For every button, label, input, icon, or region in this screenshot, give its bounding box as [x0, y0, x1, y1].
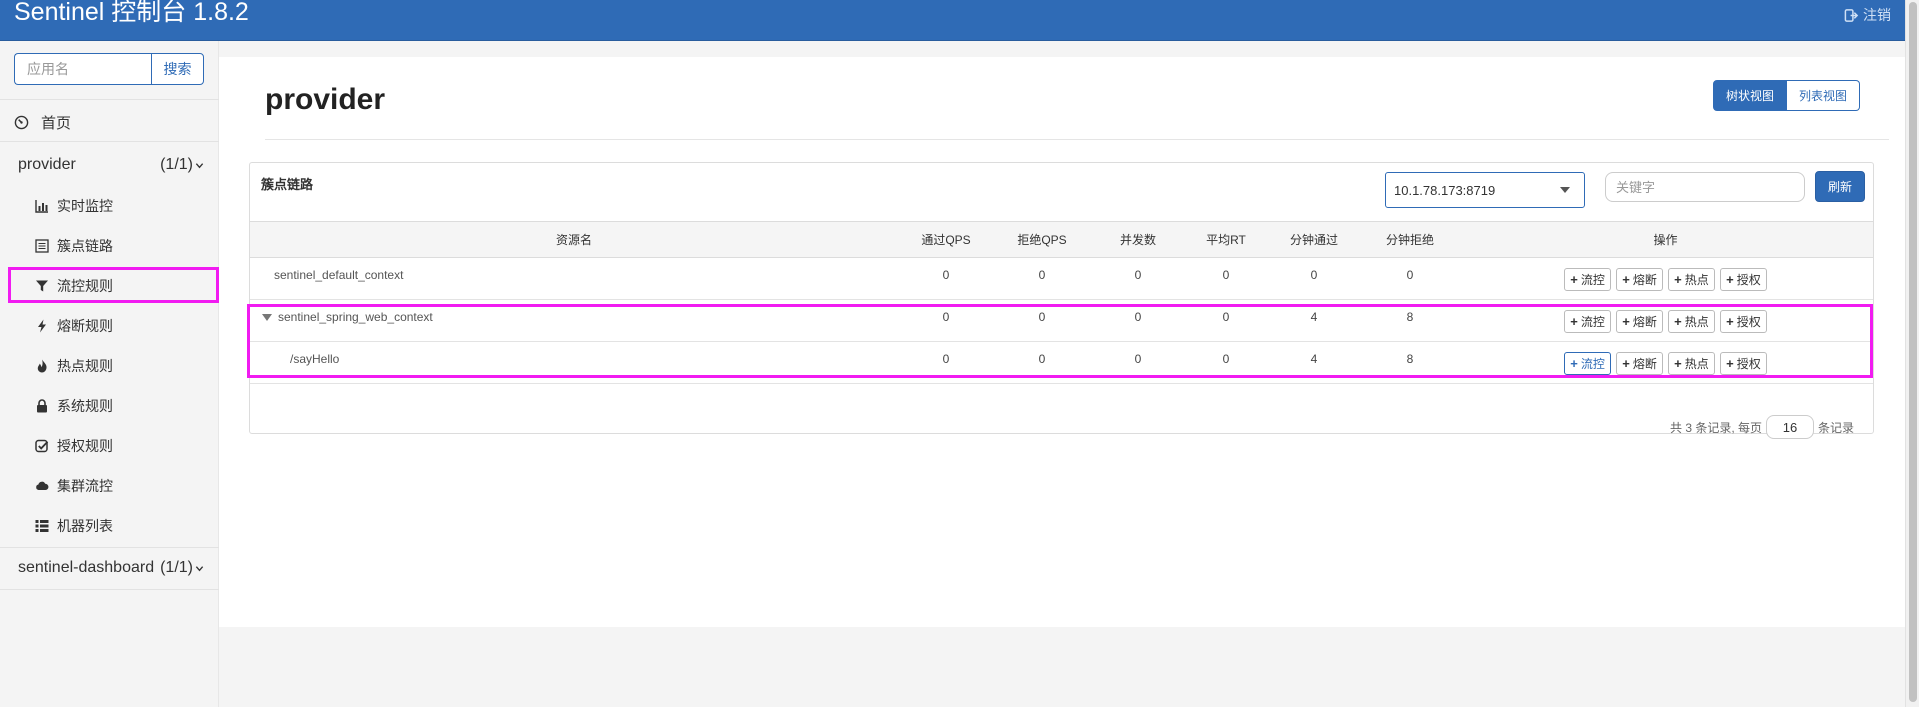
minute-pass: 0 — [1266, 257, 1362, 300]
scrollbar-thumb[interactable] — [1909, 2, 1917, 702]
panel-title: 簇点链路 — [261, 177, 314, 192]
caret-down-icon — [1560, 187, 1570, 193]
add-hotspot-rule-button[interactable]: + 热点 — [1668, 268, 1715, 291]
menu-label: 簇点链路 — [57, 238, 113, 254]
bar-chart-icon — [35, 200, 48, 213]
column-header: 平均RT — [1186, 221, 1266, 258]
sidebar-item-realtime-monitor[interactable]: 实时监控 — [35, 196, 113, 216]
machine-select-value: 10.1.78.173:8719 — [1394, 182, 1496, 198]
sidebar: 搜索 首页 provider (1/1) 实时监控 簇点链路 流控规 — [0, 41, 219, 707]
machine-select[interactable]: 10.1.78.173:8719 — [1385, 172, 1585, 208]
pagination: 共 3 条记录, 每页 条记录 — [1670, 415, 1854, 439]
dashboard-icon — [14, 115, 29, 129]
lock-icon — [37, 399, 47, 413]
column-header: 拒绝QPS — [994, 221, 1090, 258]
menu-label: 熔断规则 — [57, 318, 113, 334]
pager-suffix-text: 条记录 — [1818, 420, 1855, 435]
sidebar-item-degrade-rules[interactable]: 熔断规则 — [35, 316, 113, 336]
page-scrollbar[interactable] — [1905, 0, 1919, 707]
sidebar-item-hotspot-rules[interactable]: 热点规则 — [35, 356, 113, 376]
table-row: sentinel_default_context 0 0 0 0 0 0 + 流控… — [250, 257, 1873, 300]
page-size-input[interactable] — [1766, 415, 1815, 439]
app-search-input[interactable] — [14, 53, 151, 85]
block-qps: 0 — [994, 257, 1090, 300]
flash-icon — [38, 319, 46, 333]
column-header: 分钟通过 — [1266, 221, 1362, 258]
sidebar-item-resource-chain[interactable]: 簇点链路 — [35, 236, 113, 256]
sidebar-divider — [0, 141, 219, 142]
tree-view-button[interactable]: 树状视图 — [1713, 80, 1788, 111]
column-header: 并发数 — [1090, 221, 1186, 258]
menu-label: 热点规则 — [57, 358, 113, 374]
sidebar-item-authority-rules[interactable]: 授权规则 — [35, 436, 113, 456]
sidebar-item-home[interactable]: 首页 — [14, 110, 71, 134]
rows-highlight — [247, 304, 1873, 378]
button-label: 授权 — [1736, 273, 1761, 287]
menu-label: 实时监控 — [57, 198, 113, 214]
selected-menu-highlight — [8, 267, 219, 303]
plus-icon: + — [1726, 272, 1734, 287]
app-name: provider — [18, 156, 76, 173]
th-list-icon — [35, 520, 49, 532]
column-header: 分钟拒绝 — [1362, 221, 1458, 258]
logout-link[interactable]: 注销 — [1844, 5, 1891, 25]
menu-label: 机器列表 — [57, 518, 113, 534]
sidebar-divider — [0, 99, 219, 100]
sidebar-item-machine-list[interactable]: 机器列表 — [35, 516, 113, 536]
app-machine-count: (1/1) — [160, 156, 193, 173]
sidebar-app-provider[interactable]: provider (1/1) — [18, 153, 204, 177]
check-circle-icon — [35, 439, 49, 453]
thread-count: 0 — [1090, 257, 1186, 300]
list-view-button[interactable]: 列表视图 — [1787, 80, 1861, 111]
sidebar-item-system-rules[interactable]: 系统规则 — [35, 396, 113, 416]
resource-panel: 簇点链路 10.1.78.173:8719 刷新 资源名 通过QPS 拒绝QPS… — [249, 162, 1874, 439]
table-header-row: 资源名 通过QPS 拒绝QPS 并发数 平均RT 分钟通过 分钟拒绝 操作 — [250, 221, 1873, 258]
sidebar-item-cluster-flow[interactable]: 集群流控 — [35, 476, 113, 496]
sidebar-divider — [0, 547, 219, 548]
menu-label: 集群流控 — [57, 478, 113, 494]
sign-out-icon — [1844, 8, 1859, 22]
pager-total-text: 共 3 条记录, 每页 — [1670, 420, 1763, 435]
add-degrade-rule-button[interactable]: + 熔断 — [1616, 268, 1663, 291]
resource-name: sentinel_default_context — [250, 257, 898, 300]
main-content: provider 树状视图 列表视图 簇点链路 10.1.78.173:8719… — [219, 57, 1905, 627]
minute-block: 0 — [1362, 257, 1458, 300]
menu-label: 授权规则 — [57, 438, 113, 454]
add-flow-rule-button[interactable]: + 流控 — [1564, 268, 1611, 291]
view-toggle: 树状视图 列表视图 — [1713, 80, 1861, 111]
logout-label: 注销 — [1863, 7, 1891, 23]
title-divider — [265, 139, 1889, 140]
page-title: provider — [265, 83, 386, 116]
keyword-input[interactable] — [1605, 172, 1805, 202]
app-search-group: 搜索 — [14, 53, 204, 85]
button-label: 热点 — [1684, 273, 1709, 287]
app-machine-count: (1/1) — [160, 559, 193, 576]
chevron-down-icon — [195, 162, 204, 168]
top-navbar: Sentinel 控制台 1.8.2 注销 — [0, 0, 1905, 41]
list-alt-icon — [35, 239, 49, 253]
pass-qps: 0 — [898, 257, 994, 300]
plus-icon: + — [1674, 272, 1682, 287]
refresh-button[interactable]: 刷新 — [1815, 171, 1865, 202]
plus-icon: + — [1570, 272, 1578, 287]
fire-icon — [37, 359, 47, 373]
column-header: 通过QPS — [898, 221, 994, 258]
app-name: sentinel-dashboard — [18, 559, 155, 576]
chevron-down-icon — [195, 565, 204, 571]
sidebar-app-sentinel-dashboard[interactable]: sentinel-dashboard (1/1) — [18, 556, 204, 580]
home-label: 首页 — [41, 114, 72, 132]
search-button[interactable]: 搜索 — [151, 53, 204, 85]
plus-icon: + — [1622, 272, 1630, 287]
cloud-icon — [36, 481, 49, 490]
button-label: 熔断 — [1632, 273, 1657, 287]
column-header: 操作 — [1458, 221, 1873, 258]
column-header: 资源名 — [250, 221, 898, 258]
row-actions: + 流控 + 熔断 + 热点 + 授权 — [1458, 257, 1873, 300]
button-label: 流控 — [1580, 273, 1605, 287]
sidebar-divider — [0, 589, 219, 590]
avg-rt: 0 — [1186, 257, 1266, 300]
menu-label: 系统规则 — [57, 398, 113, 414]
add-authority-rule-button[interactable]: + 授权 — [1720, 268, 1767, 291]
app-title[interactable]: Sentinel 控制台 1.8.2 — [14, 0, 249, 30]
